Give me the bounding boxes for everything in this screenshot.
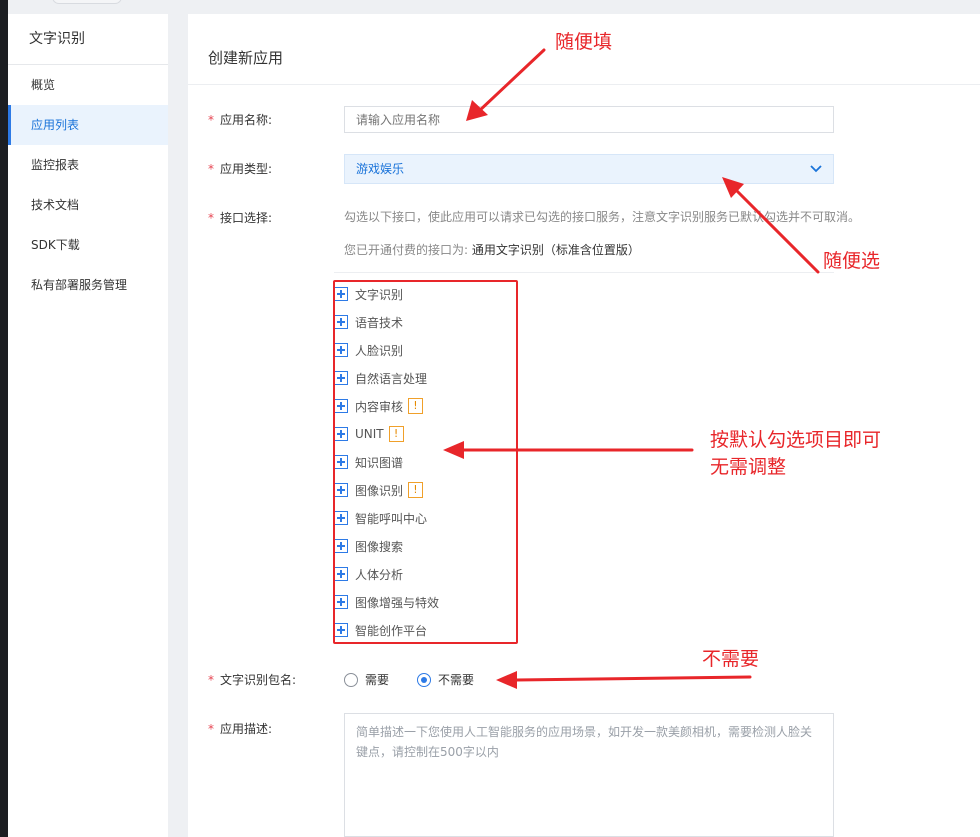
api-divider <box>334 272 834 273</box>
annotation-api-tip-1: 按默认勾选项目即可 <box>710 429 882 451</box>
paid-api-value: 通用文字识别（标准含位置版） <box>471 243 640 257</box>
paid-api-prefix: 您已开通付费的接口为: <box>344 243 469 257</box>
paid-api-info: 您已开通付费的接口为: 通用文字识别（标准含位置版） <box>344 241 640 258</box>
sidebar: 文字识别 概览 应用列表 监控报表 技术文档 SDK下载 私有部署服务管理 <box>8 14 168 837</box>
chevron-down-icon <box>810 165 822 173</box>
top-tab-pill[interactable] <box>52 0 122 4</box>
radio-circle[interactable] <box>344 672 358 687</box>
app-desc-label: * 应用描述: <box>208 720 272 737</box>
package-name-label-text: 文字识别包名: <box>220 673 297 687</box>
radio-need[interactable]: 需要 <box>344 671 389 688</box>
annotation-name-tip: 随便填 <box>555 31 613 53</box>
app-desc-textarea[interactable]: 简单描述一下您使用人工智能服务的应用场景，如开发一款美颜相机，需要检测人脸关键点… <box>344 713 834 837</box>
radio-not-need[interactable]: 不需要 <box>417 671 474 688</box>
app-type-label-text: 应用类型: <box>220 162 273 176</box>
api-select-label: * 接口选择: <box>208 209 272 226</box>
title-divider <box>188 84 980 85</box>
required-mark: * <box>208 722 214 736</box>
app-type-label: * 应用类型: <box>208 160 272 177</box>
required-mark: * <box>208 673 214 687</box>
api-select-hint: 勾选以下接口，使此应用可以请求已勾选的接口服务，注意文字识别服务已默认勾选并不可… <box>344 210 861 224</box>
required-mark: * <box>208 113 214 127</box>
annotation-type-tip: 随便选 <box>823 250 881 272</box>
left-window-edge <box>0 0 8 837</box>
app-name-label-text: 应用名称: <box>220 113 273 127</box>
required-mark: * <box>208 211 214 225</box>
sidebar-title: 文字识别 <box>8 14 168 65</box>
annotation-red-box <box>333 280 518 644</box>
required-mark: * <box>208 162 214 176</box>
sidebar-item-private-deploy[interactable]: 私有部署服务管理 <box>8 265 168 305</box>
sidebar-item-docs[interactable]: 技术文档 <box>8 185 168 225</box>
package-name-label: * 文字识别包名: <box>208 671 296 688</box>
api-select-label-text: 接口选择: <box>220 211 273 225</box>
sidebar-item-overview[interactable]: 概览 <box>8 65 168 105</box>
page-title: 创建新应用 <box>208 49 284 67</box>
radio-circle[interactable] <box>417 672 431 687</box>
annotation-api-tip-2: 无需调整 <box>710 456 787 478</box>
main-panel: 创建新应用 * 应用名称: * 应用类型: 游戏娱乐 * 接口选择: 勾选以下接口，使… <box>188 14 980 837</box>
app-name-input[interactable] <box>344 106 834 133</box>
sidebar-item-app-list[interactable]: 应用列表 <box>8 105 168 145</box>
app-type-value: 游戏娱乐 <box>356 162 405 176</box>
annotation-package-tip: 不需要 <box>702 648 760 670</box>
sidebar-item-sdk[interactable]: SDK下载 <box>8 225 168 265</box>
radio-not-need-label: 不需要 <box>438 673 475 687</box>
app-type-select[interactable]: 游戏娱乐 <box>344 154 834 184</box>
top-bar <box>8 0 980 14</box>
app-desc-label-text: 应用描述: <box>220 722 273 736</box>
app-name-label: * 应用名称: <box>208 111 272 128</box>
radio-need-label: 需要 <box>365 673 390 687</box>
sidebar-item-monitoring[interactable]: 监控报表 <box>8 145 168 185</box>
